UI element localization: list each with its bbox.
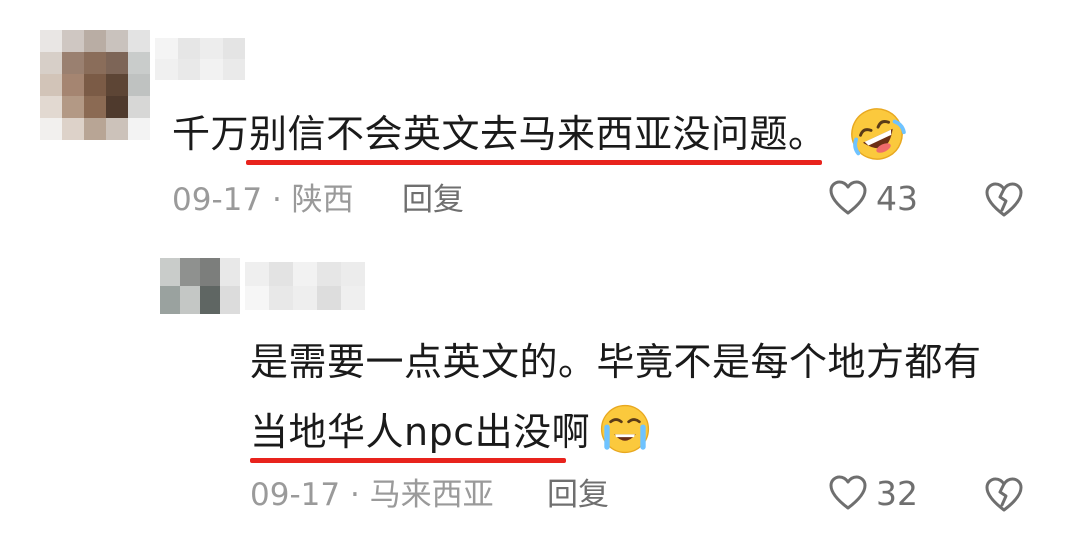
tearful-smile-emoji-icon bbox=[600, 404, 650, 454]
comment-date: 09-17 bbox=[250, 477, 341, 513]
broken-heart-icon[interactable] bbox=[984, 475, 1024, 515]
comment-text: 千万别信不会英文去马来西亚没问题。 bbox=[172, 112, 827, 156]
meta-separator: · bbox=[271, 182, 282, 218]
comment-meta: 09-17 · 马来西亚 bbox=[250, 480, 494, 511]
comment-location: 马来西亚 bbox=[369, 477, 494, 513]
reply-text-line: 是需要一点英文的。毕竟不是每个地方都有 bbox=[250, 340, 982, 384]
broken-heart-icon[interactable] bbox=[984, 180, 1024, 220]
comment-meta: 09-17 · 陕西 bbox=[172, 185, 354, 216]
like-count: 43 bbox=[876, 178, 918, 218]
avatar[interactable] bbox=[160, 258, 240, 314]
username-redacted[interactable] bbox=[155, 38, 245, 80]
rofl-emoji-icon bbox=[851, 108, 906, 160]
comment-section: 千万别信不会英文去马来西亚没问题。 09-17 · 陕西 回复 43 是需要一点… bbox=[0, 0, 1080, 538]
heart-outline-icon bbox=[829, 475, 867, 510]
reply-button[interactable]: 回复 bbox=[547, 480, 609, 511]
meta-separator: · bbox=[349, 477, 360, 513]
highlight-underline bbox=[250, 458, 566, 463]
like-count: 32 bbox=[876, 473, 918, 513]
reply-text-line: 当地华人npc出没啊 bbox=[250, 410, 591, 454]
username-redacted[interactable] bbox=[245, 262, 365, 310]
avatar[interactable] bbox=[40, 30, 150, 140]
like-button[interactable]: 32 bbox=[828, 473, 918, 513]
comment-location: 陕西 bbox=[291, 182, 354, 218]
reply-button[interactable]: 回复 bbox=[402, 185, 464, 216]
highlight-underline bbox=[246, 160, 822, 165]
like-button[interactable]: 43 bbox=[828, 178, 918, 218]
comment-date: 09-17 bbox=[172, 182, 263, 218]
heart-outline-icon bbox=[829, 180, 867, 215]
